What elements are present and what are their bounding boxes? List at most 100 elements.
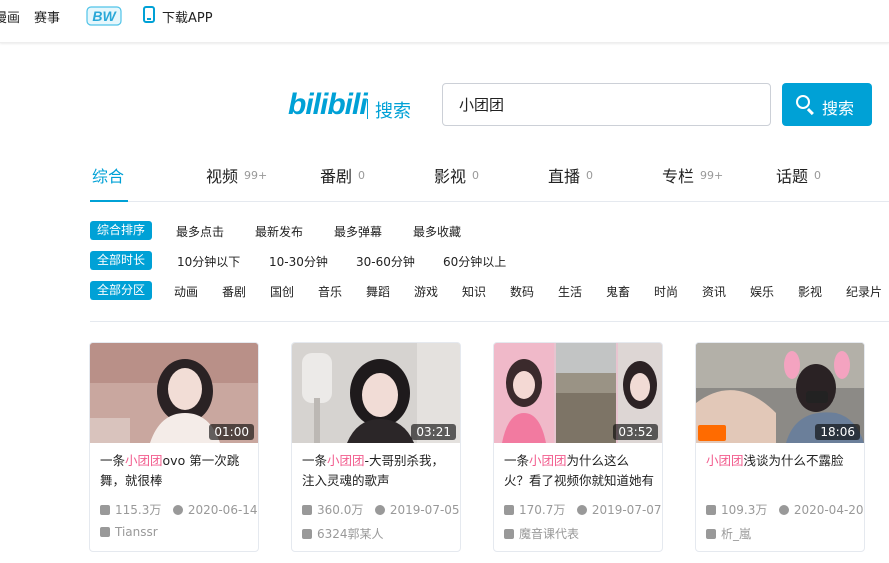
zone-option[interactable]: 动画 (174, 283, 198, 300)
sort-option[interactable]: 最新发布 (255, 223, 303, 240)
title-keyword: 小团团 (529, 453, 567, 468)
video-card[interactable]: 03:21 一条小团团-大哥别杀我，注入灵魂的歌声 360.0万 2019-07… (291, 342, 461, 552)
upload-date: 2020-06-14 (187, 503, 258, 517)
zone-option[interactable]: 娱乐 (750, 283, 774, 300)
tab-label: 视频 (206, 167, 239, 186)
nav-item-manga[interactable]: 漫画 (0, 7, 20, 26)
upload-date: 2019-07-07 (591, 503, 662, 517)
video-title[interactable]: 一条小团团-大哥别杀我，注入灵魂的歌声 (302, 451, 452, 491)
phone-icon[interactable] (143, 6, 155, 23)
play-count-icon (100, 505, 110, 515)
sort-option[interactable]: 最多收藏 (413, 223, 461, 240)
play-count-icon (706, 505, 716, 515)
zone-option[interactable]: 鬼畜 (606, 283, 630, 300)
uploader-name: 魔音课代表 (519, 527, 580, 541)
logo-divider (367, 99, 368, 119)
search-input[interactable] (442, 83, 771, 126)
clock-icon (374, 505, 385, 515)
uploader[interactable]: 魔音课代表 (504, 525, 579, 542)
zone-option[interactable]: 游戏 (414, 283, 438, 300)
sort-filter-active[interactable]: 综合排序 (90, 221, 153, 240)
section-divider (90, 321, 889, 322)
nav-item-events[interactable]: 赛事 (34, 7, 60, 26)
tab-label: 专栏 (662, 167, 695, 186)
play-count-icon (302, 505, 312, 515)
title-part: 一条 (100, 453, 126, 468)
video-title[interactable]: 小团团浅谈为什么不露脸 (706, 451, 856, 491)
uploader[interactable]: 析_嵐 (706, 525, 751, 542)
tab-label: 综合 (92, 167, 125, 186)
video-card[interactable]: 18:06 小团团浅谈为什么不露脸 109.3万 2020-04-20 析_嵐 (695, 342, 865, 552)
zone-option[interactable]: 资讯 (702, 283, 726, 300)
sort-filter-row: 综合排序 最多点击 最新发布 最多弹幕 最多收藏 (90, 221, 889, 243)
zone-option[interactable]: 纪录片 (846, 283, 882, 300)
bw-logo-text: BW (92, 8, 117, 24)
title-keyword: 小团团 (125, 453, 163, 468)
video-thumbnail[interactable]: 03:52 (494, 343, 662, 443)
video-title[interactable]: 一条小团团ovo 第一次跳舞，就很棒 (100, 451, 250, 491)
duration-filter-active[interactable]: 全部时长 (90, 251, 153, 270)
uploader-name: Tianssr (115, 525, 158, 539)
video-thumbnail[interactable]: 03:21 (292, 343, 460, 443)
clock-icon (778, 505, 789, 515)
search-button-label: 搜索 (822, 99, 855, 118)
zone-option[interactable]: 知识 (462, 283, 486, 300)
logo-search-label: 搜索 (375, 101, 411, 122)
top-nav-bar: 漫画 赛事 BW 下载APP (0, 0, 889, 43)
zone-option[interactable]: 生活 (558, 283, 582, 300)
tab-label: 影视 (434, 167, 467, 186)
tab-count: 99+ (700, 169, 724, 182)
download-app-link[interactable]: 下载APP (162, 7, 213, 26)
play-count: 115.3万 (115, 503, 162, 517)
search-header: bilibili 搜索 搜索 (0, 78, 889, 138)
tab-count: 0 (814, 169, 822, 182)
zone-option[interactable]: 番剧 (222, 283, 246, 300)
sort-option[interactable]: 最多弹幕 (334, 223, 382, 240)
tab-film[interactable]: 影视 0 (434, 163, 479, 187)
video-stats: 115.3万 2020-06-14 (100, 501, 258, 518)
upload-date: 2020-04-20 (793, 503, 864, 517)
video-card[interactable]: 01:00 一条小团团ovo 第一次跳舞，就很棒 115.3万 2020-06-… (89, 342, 259, 552)
zone-option[interactable]: 时尚 (654, 283, 678, 300)
tab-video[interactable]: 视频 99+ (206, 163, 267, 187)
bw-logo-icon[interactable]: BW (86, 4, 122, 28)
video-title[interactable]: 一条小团团为什么这么火？看了视频你就知道她有多招 (504, 451, 654, 491)
bilibili-logo[interactable]: bilibili (288, 88, 368, 122)
zone-option[interactable]: 数码 (510, 283, 534, 300)
uploader-icon (302, 529, 312, 539)
zone-option[interactable]: 音乐 (318, 283, 342, 300)
tab-all[interactable]: 综合 (92, 163, 124, 187)
sort-option[interactable]: 最多点击 (176, 223, 224, 240)
title-part: 浅谈为什么不露脸 (743, 453, 844, 468)
duration-option[interactable]: 10分钟以下 (177, 253, 240, 270)
search-icon (796, 95, 810, 109)
search-button[interactable]: 搜索 (782, 83, 872, 126)
zone-option[interactable]: 国创 (270, 283, 294, 300)
tab-label: 话题 (776, 167, 809, 186)
tab-live[interactable]: 直播 0 (548, 163, 593, 187)
tab-label: 直播 (548, 167, 581, 186)
video-thumbnail[interactable]: 18:06 (696, 343, 864, 443)
uploader[interactable]: Tianssr (100, 525, 158, 539)
tab-bangumi[interactable]: 番剧 0 (320, 163, 365, 187)
video-thumbnail[interactable]: 01:00 (90, 343, 258, 443)
play-count: 170.7万 (519, 503, 566, 517)
tab-article[interactable]: 专栏 99+ (662, 163, 723, 187)
zone-option[interactable]: 影视 (798, 283, 822, 300)
video-card[interactable]: 03:52 一条小团团为什么这么火？看了视频你就知道她有多招 170.7万 20… (493, 342, 663, 552)
tab-count: 0 (586, 169, 594, 182)
title-part: 一条 (302, 453, 328, 468)
video-duration: 03:52 (613, 424, 658, 440)
video-stats: 170.7万 2019-07-07 (504, 501, 662, 518)
duration-option[interactable]: 10-30分钟 (269, 253, 328, 270)
uploader-icon (100, 527, 110, 537)
video-duration: 18:06 (815, 424, 860, 440)
result-tabs: 综合 视频 99+ 番剧 0 影视 0 直播 0 专栏 99+ 话题 0 (90, 157, 889, 202)
zone-filter-active[interactable]: 全部分区 (90, 281, 153, 300)
zone-option[interactable]: 舞蹈 (366, 283, 390, 300)
duration-option[interactable]: 60分钟以上 (443, 253, 506, 270)
tab-count: 0 (358, 169, 366, 182)
tab-topic[interactable]: 话题 0 (776, 163, 821, 187)
duration-option[interactable]: 30-60分钟 (356, 253, 415, 270)
uploader[interactable]: 6324郭某人 (302, 525, 384, 542)
